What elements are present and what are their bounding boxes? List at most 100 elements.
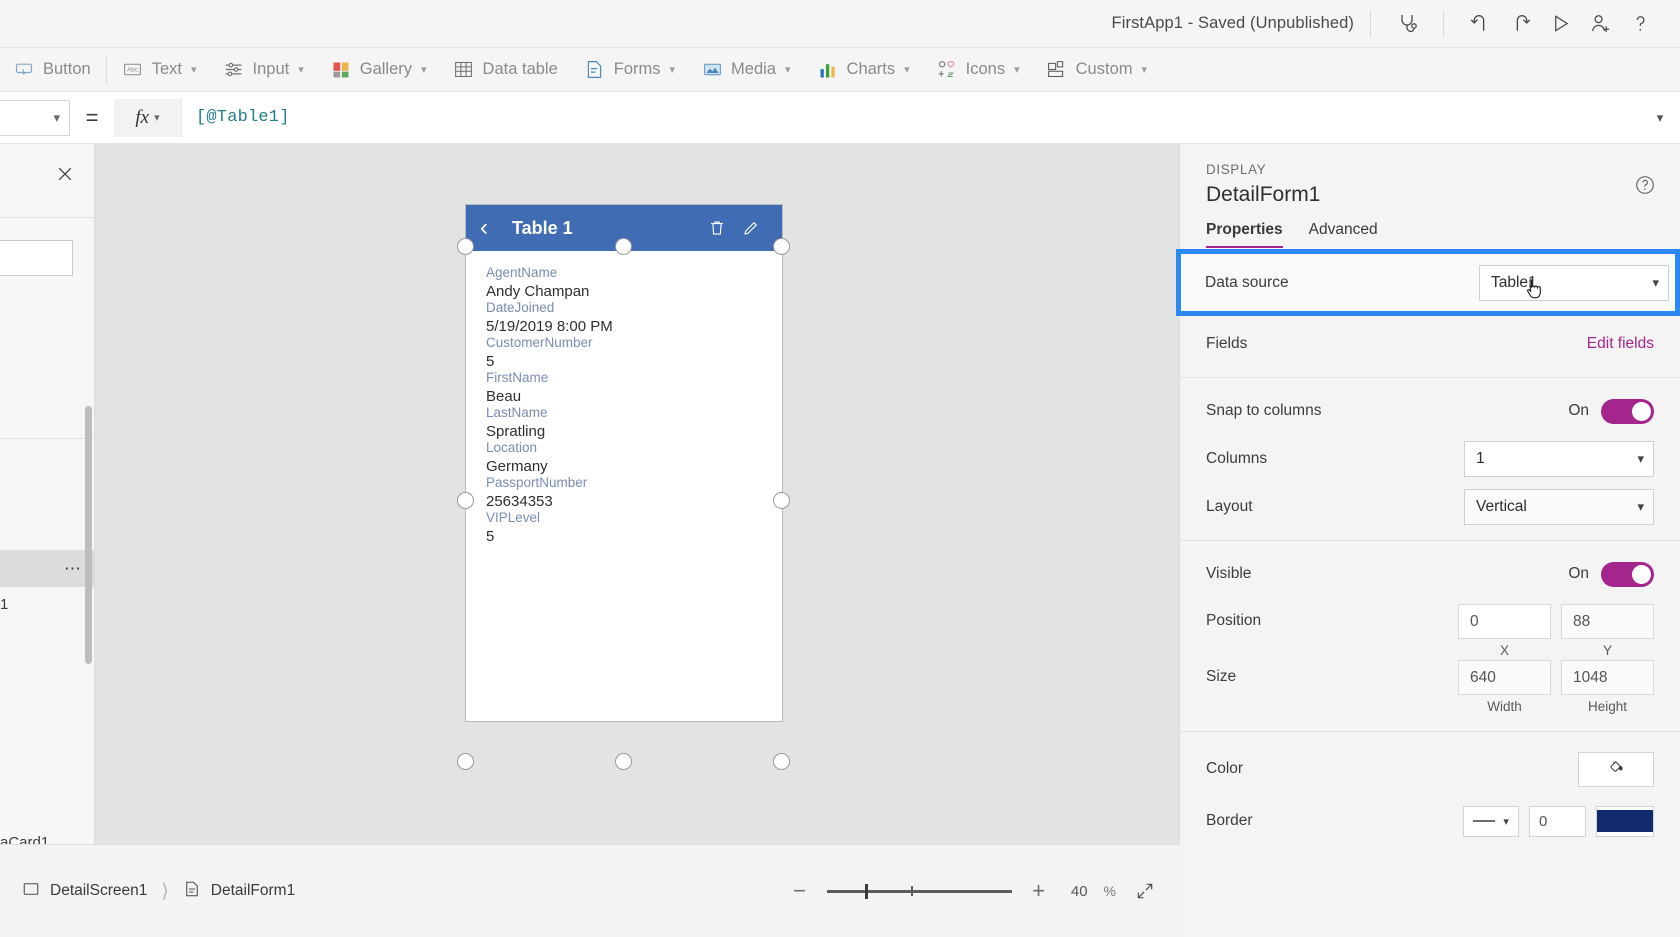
redo-icon[interactable] [1500,4,1540,44]
breadcrumb-item-screen[interactable]: DetailScreen1 [22,880,147,903]
chevron-down-icon: ▾ [1637,499,1644,514]
color-picker-button[interactable] [1578,751,1654,787]
border-color-button[interactable] [1596,805,1654,837]
form-field[interactable]: VIPLevel 5 [486,510,762,545]
tree-item-partial-a[interactable]: 1 [0,596,8,613]
zoom-out-button[interactable]: − [789,880,811,902]
edit-fields-link[interactable]: Edit fields [1587,335,1654,353]
help-icon[interactable] [1620,4,1660,44]
ribbon-item-label: Custom [1075,60,1133,78]
trash-icon[interactable] [700,219,734,237]
visible-row: Visible On [1180,550,1680,598]
size-width-input[interactable]: 640 [1458,660,1551,695]
columns-select[interactable]: 1 ▾ [1464,441,1654,477]
visible-toggle[interactable] [1601,561,1654,587]
search-input[interactable] [0,240,73,276]
resize-handle-bottom-right[interactable] [773,753,790,770]
media-icon [701,59,723,81]
tree-scrollbar[interactable] [85,406,92,664]
button-icon [13,59,35,81]
resize-handle-top-left[interactable] [457,238,474,255]
divider [0,438,94,439]
chevron-down-icon: ▾ [1503,815,1509,828]
ribbon-item-icons[interactable]: Icons ▾ [923,47,1033,92]
tree-item-partial-b[interactable]: aCard1 [0,834,49,844]
ribbon-item-gallery[interactable]: Gallery ▾ [317,47,440,92]
chevron-down-icon: ▾ [53,109,60,125]
detail-form[interactable]: AgentName Andy Champan DateJoined 5/19/2… [466,251,782,545]
tab-advanced[interactable]: Advanced [1309,221,1378,248]
ribbon-item-input[interactable]: Input ▾ [210,47,317,92]
form-field[interactable]: PassportNumber 25634353 [486,475,762,510]
border-style-select[interactable]: ▾ [1463,805,1519,837]
share-icon[interactable] [1580,4,1620,44]
app-checker-icon[interactable] [1387,4,1427,44]
ribbon-item-data-table[interactable]: Data table [440,47,571,92]
formula-bar: ▾ = fx ▾ [@Table1] ▾ [0,92,1680,144]
data-source-select[interactable]: Table1 ▾ [1479,264,1669,301]
chevron-down-icon: ▾ [785,64,791,76]
ribbon-item-media[interactable]: Media ▾ [688,47,803,92]
icons-icon [936,59,958,81]
chevron-down-icon: ▾ [154,112,160,124]
fx-button[interactable]: fx ▾ [114,98,182,137]
chevron-down-icon: ▾ [421,64,427,76]
fx-label: fx [135,106,150,128]
close-icon[interactable] [52,161,78,187]
resize-handle-top-right[interactable] [773,238,790,255]
form-field[interactable]: CustomerNumber 5 [486,335,762,370]
zoom-slider-thumb[interactable] [864,884,869,899]
divider [0,217,94,218]
form-field[interactable]: FirstName Beau [486,370,762,405]
form-field[interactable]: AgentName Andy Champan [486,265,762,300]
field-value: 25634353 [486,493,553,510]
zoom-slider[interactable] [826,884,1012,899]
color-row: Color [1180,741,1680,797]
breadcrumb-item-form[interactable]: DetailForm1 [183,880,295,903]
text-icon: Abc [122,59,144,81]
form-field[interactable]: LastName Spratling [486,405,762,440]
form-field[interactable]: DateJoined 5/19/2019 8:00 PM [486,300,762,335]
zoom-in-button[interactable]: + [1028,880,1050,902]
resize-handle-bottom-left[interactable] [457,753,474,770]
ribbon-item-charts[interactable]: Charts ▾ [804,47,923,92]
tree-item-selected[interactable]: ⋯ [0,550,94,587]
position-y-input[interactable]: 88 [1561,604,1654,639]
help-circle-icon[interactable] [1632,172,1658,198]
resize-handle-middle-right[interactable] [773,492,790,509]
position-x-input[interactable]: 0 [1458,604,1551,639]
size-height-input[interactable]: 1048 [1561,660,1654,695]
mouse-cursor-icon [1524,277,1546,308]
layout-select[interactable]: Vertical ▾ [1464,489,1654,525]
ribbon-item-custom[interactable]: Custom ▾ [1033,47,1160,92]
chevron-left-icon[interactable]: ‹ [480,216,506,240]
undo-icon[interactable] [1460,4,1500,44]
charts-icon [817,59,839,81]
field-label: PassportNumber [486,475,588,490]
form-field[interactable]: Location Germany [486,440,762,475]
resize-handle-bottom-center[interactable] [615,753,632,770]
border-width-input[interactable]: 0 [1529,805,1586,837]
ribbon-item-text[interactable]: Abc Text ▾ [109,47,210,92]
pencil-icon[interactable] [734,219,768,237]
chevron-down-icon: ▾ [1637,451,1644,466]
app-canvas[interactable]: ‹ Table 1 AgentName Andy Champan DateJoi… [95,144,1179,844]
formula-input[interactable]: [@Table1] [182,99,1640,137]
preview-app-icon[interactable] [1540,4,1580,44]
ribbon-item-label: Text [151,60,182,78]
field-value: Germany [486,458,548,475]
resize-handle-top-center[interactable] [615,238,632,255]
field-label: VIPLevel [486,510,541,525]
more-options-icon[interactable]: ⋯ [64,559,83,579]
field-label: FirstName [486,370,549,385]
field-value: Beau [486,388,522,405]
expand-formula-bar-icon[interactable]: ▾ [1640,110,1680,126]
snap-to-columns-toggle[interactable] [1601,398,1654,424]
fields-label: Fields [1206,335,1248,352]
ribbon-item-forms[interactable]: Forms ▾ [571,47,688,92]
resize-handle-middle-left[interactable] [457,492,474,509]
fit-to-screen-icon[interactable] [1132,881,1158,901]
tab-properties[interactable]: Properties [1206,221,1283,248]
ribbon-item-button[interactable]: Button [0,47,104,92]
property-selector[interactable]: ▾ [0,99,70,136]
